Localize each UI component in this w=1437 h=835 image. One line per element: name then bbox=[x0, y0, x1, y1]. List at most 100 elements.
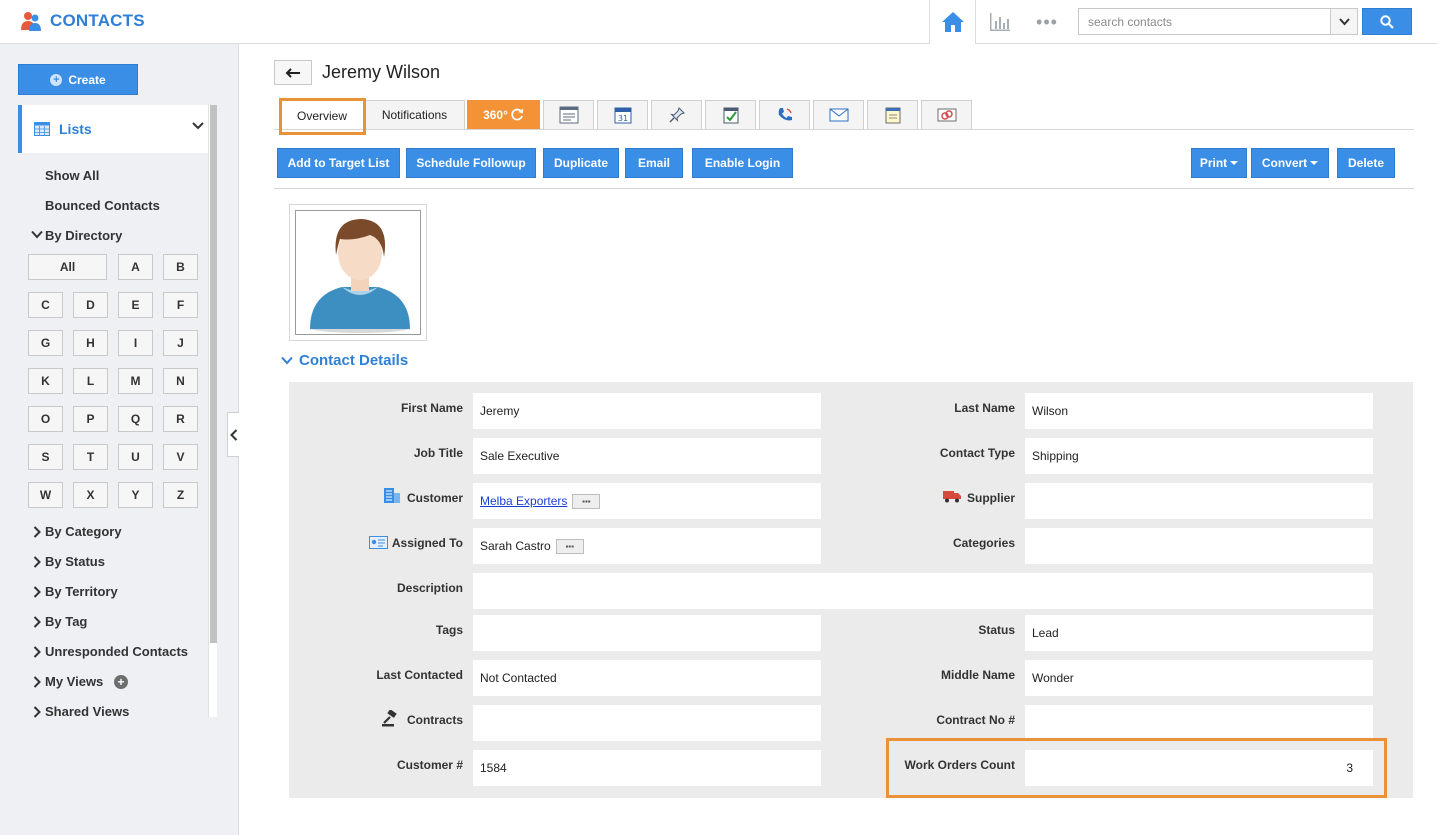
directory-filter-a[interactable]: A bbox=[118, 254, 153, 280]
directory-filter-e[interactable]: E bbox=[118, 292, 153, 318]
sidebar-item-by-tag[interactable]: By Tag bbox=[45, 614, 87, 629]
directory-filter-d[interactable]: D bbox=[73, 292, 108, 318]
tab-email[interactable] bbox=[813, 100, 864, 129]
directory-filter-z[interactable]: Z bbox=[163, 482, 198, 508]
directory-filter-r[interactable]: R bbox=[163, 406, 198, 432]
directory-filter-p[interactable]: P bbox=[73, 406, 108, 432]
field-last-name[interactable]: Wilson bbox=[1025, 393, 1373, 429]
field-first-name[interactable]: Jeremy bbox=[473, 393, 821, 429]
gavel-icon bbox=[382, 710, 397, 727]
directory-filter-l[interactable]: L bbox=[73, 368, 108, 394]
sidebar-item-bounced-contacts[interactable]: Bounced Contacts bbox=[45, 198, 160, 213]
directory-filter-y[interactable]: Y bbox=[118, 482, 153, 508]
enable-login-button[interactable]: Enable Login bbox=[692, 148, 793, 178]
directory-filter-c[interactable]: C bbox=[28, 292, 63, 318]
sidebar-item-by-status[interactable]: By Status bbox=[45, 554, 105, 569]
directory-filter-w[interactable]: W bbox=[28, 482, 63, 508]
tab-attachments[interactable] bbox=[921, 100, 972, 129]
directory-filter-k[interactable]: K bbox=[28, 368, 63, 394]
sidebar-item-show-all[interactable]: Show All bbox=[45, 168, 99, 183]
directory-filter-t[interactable]: T bbox=[73, 444, 108, 470]
directory-filter-v[interactable]: V bbox=[163, 444, 198, 470]
search-dropdown-button[interactable] bbox=[1330, 9, 1357, 34]
app-logo[interactable]: CONTACTS bbox=[20, 10, 145, 32]
directory-filter-g[interactable]: G bbox=[28, 330, 63, 356]
directory-filter-j[interactable]: J bbox=[163, 330, 198, 356]
directory-filter-i[interactable]: I bbox=[118, 330, 153, 356]
field-supplier[interactable] bbox=[1025, 483, 1373, 519]
search-button[interactable] bbox=[1362, 8, 1412, 35]
convert-button[interactable]: Convert bbox=[1251, 148, 1329, 178]
tab-calendar[interactable]: 31 bbox=[597, 100, 648, 129]
field-categories[interactable] bbox=[1025, 528, 1373, 564]
customer-link[interactable]: Melba Exporters bbox=[480, 494, 567, 508]
tab-360[interactable]: 360° bbox=[467, 100, 540, 129]
field-middle-name[interactable]: Wonder bbox=[1025, 660, 1373, 696]
field-last-contacted[interactable]: Not Contacted bbox=[473, 660, 821, 696]
directory-filter-x[interactable]: X bbox=[73, 482, 108, 508]
print-button[interactable]: Print bbox=[1191, 148, 1247, 178]
directory-filter-s[interactable]: S bbox=[28, 444, 63, 470]
directory-filter-m[interactable]: M bbox=[118, 368, 153, 394]
contacts-logo-icon bbox=[21, 12, 41, 31]
field-customer[interactable]: Melba Exporters ▪▪▪ bbox=[473, 483, 821, 519]
reports-button[interactable] bbox=[986, 8, 1014, 36]
directory-filter-u[interactable]: U bbox=[118, 444, 153, 470]
add-view-icon[interactable]: + bbox=[114, 675, 128, 689]
add-to-target-list-button[interactable]: Add to Target List bbox=[277, 148, 400, 178]
field-label-first-name: First Name bbox=[400, 401, 463, 415]
duplicate-button[interactable]: Duplicate bbox=[543, 148, 619, 178]
field-assigned-to[interactable]: Sarah Castro ▪▪▪ bbox=[473, 528, 821, 564]
lists-header[interactable]: Lists bbox=[18, 105, 208, 153]
sidebar-item-by-territory[interactable]: By Territory bbox=[45, 584, 118, 599]
field-customer-no[interactable]: 1584 bbox=[473, 750, 821, 786]
tab-tasks[interactable] bbox=[705, 100, 756, 129]
field-contract-no[interactable] bbox=[1025, 705, 1373, 741]
tab-calls[interactable] bbox=[759, 100, 810, 129]
tab-pin[interactable] bbox=[651, 100, 702, 129]
chevron-right-icon bbox=[33, 676, 41, 688]
more-icon[interactable]: ••• bbox=[1032, 8, 1062, 36]
field-work-orders-count[interactable]: 3 bbox=[1025, 750, 1373, 786]
sidebar: + Create Lists Show All Bounced Contacts… bbox=[0, 44, 239, 835]
email-button[interactable]: Email bbox=[625, 148, 683, 178]
create-button[interactable]: + Create bbox=[18, 64, 138, 95]
tab-overview[interactable]: Overview bbox=[280, 100, 364, 130]
schedule-followup-button[interactable]: Schedule Followup bbox=[406, 148, 536, 178]
sidebar-collapse-handle[interactable] bbox=[227, 412, 239, 457]
home-button[interactable] bbox=[929, 0, 976, 44]
tab-details[interactable] bbox=[543, 100, 594, 129]
tab-notes[interactable] bbox=[867, 100, 918, 129]
section-title-contact-details[interactable]: Contact Details bbox=[299, 352, 408, 369]
search-input[interactable] bbox=[1079, 9, 1331, 34]
sidebar-scrollbar[interactable] bbox=[208, 105, 217, 717]
directory-filter-h[interactable]: H bbox=[73, 330, 108, 356]
sidebar-item-shared-views[interactable]: Shared Views bbox=[45, 704, 129, 719]
contact-card-icon[interactable]: ▪▪▪ bbox=[555, 538, 584, 554]
field-contact-type[interactable]: Shipping bbox=[1025, 438, 1373, 474]
field-label-assigned-to: Assigned To bbox=[391, 536, 463, 550]
sidebar-item-by-category[interactable]: By Category bbox=[45, 524, 122, 539]
sidebar-item-unresponded-contacts[interactable]: Unresponded Contacts bbox=[45, 644, 188, 659]
list-icon bbox=[34, 122, 50, 136]
tab-notifications[interactable]: Notifications bbox=[364, 100, 465, 129]
field-job-title[interactable]: Sale Executive bbox=[473, 438, 821, 474]
field-tags[interactable] bbox=[473, 615, 821, 651]
delete-button[interactable]: Delete bbox=[1337, 148, 1395, 178]
scrollbar-thumb[interactable] bbox=[210, 105, 217, 643]
directory-filter-f[interactable]: F bbox=[163, 292, 198, 318]
back-button[interactable] bbox=[274, 60, 312, 85]
directory-filter-b[interactable]: B bbox=[163, 254, 198, 280]
sidebar-item-by-directory[interactable]: By Directory bbox=[45, 228, 122, 243]
field-status[interactable]: Lead bbox=[1025, 615, 1373, 651]
contact-card-icon[interactable]: ▪▪▪ bbox=[572, 493, 601, 509]
field-description[interactable] bbox=[473, 573, 1373, 609]
directory-filter-n[interactable]: N bbox=[163, 368, 198, 394]
sidebar-item-my-views[interactable]: My Views bbox=[45, 674, 103, 689]
directory-filter-o[interactable]: O bbox=[28, 406, 63, 432]
contact-photo[interactable] bbox=[289, 204, 427, 341]
directory-filter-q[interactable]: Q bbox=[118, 406, 153, 432]
chevron-down-icon[interactable] bbox=[281, 356, 293, 365]
directory-filter-all[interactable]: All bbox=[28, 254, 107, 280]
field-contracts[interactable] bbox=[473, 705, 821, 741]
